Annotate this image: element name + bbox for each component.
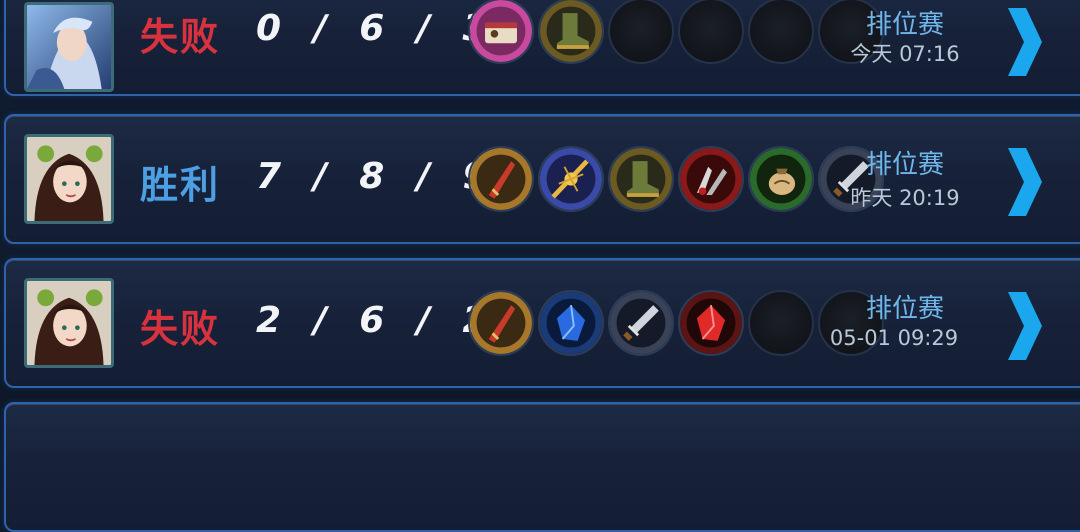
- green-pouch-icon: [748, 146, 814, 212]
- match-mode: 排位赛: [865, 10, 944, 40]
- match-time: 昨天 20:19: [850, 186, 960, 210]
- chevron-right-icon[interactable]: [1004, 142, 1044, 222]
- kda-score: 7 / 8 / 9: [256, 156, 498, 197]
- red-claw-icon: [678, 146, 744, 212]
- match-result: 失败: [140, 307, 221, 351]
- match-result: 胜利: [140, 163, 221, 207]
- red-crystal-icon: [678, 290, 744, 356]
- hero-avatar: [24, 134, 114, 224]
- match-row[interactable]: 胜利 7 / 8 / 9 排位赛 昨天 20:19: [4, 114, 1080, 244]
- match-time: 今天 07:16: [850, 42, 960, 66]
- empty-item-slot: [748, 0, 814, 64]
- match-mode: 排位赛: [865, 150, 944, 180]
- match-row[interactable]: 失败 0 / 6 / 3 排位赛 今天 07:16: [4, 0, 1080, 96]
- match-row[interactable]: 失败 2 / 6 / 2 排位赛 05-01 09:29: [4, 258, 1080, 388]
- hero-avatar: [24, 2, 114, 92]
- match-time: 05-01 09:29: [829, 326, 959, 350]
- boots-icon: [608, 146, 674, 212]
- empty-item-slot: [608, 0, 674, 64]
- crimson-blade-icon: [468, 146, 534, 212]
- hero-avatar: [24, 278, 114, 368]
- dagger-icon: [608, 290, 674, 356]
- kda-score: 2 / 6 / 2: [256, 300, 498, 341]
- match-result: 失败: [140, 15, 221, 59]
- match-row[interactable]: [4, 402, 1080, 532]
- chevron-right-icon[interactable]: [1004, 2, 1044, 82]
- match-mode: 排位赛: [865, 294, 944, 324]
- chevron-right-icon[interactable]: [1004, 286, 1044, 366]
- blue-crystal-icon: [538, 290, 604, 356]
- boots-icon: [538, 0, 604, 64]
- empty-item-slot: [678, 0, 744, 64]
- crimson-blade-icon: [468, 290, 534, 356]
- kda-score: 0 / 6 / 3: [256, 8, 498, 49]
- golden-spear-icon: [538, 146, 604, 212]
- scroll-book-icon: [468, 0, 534, 64]
